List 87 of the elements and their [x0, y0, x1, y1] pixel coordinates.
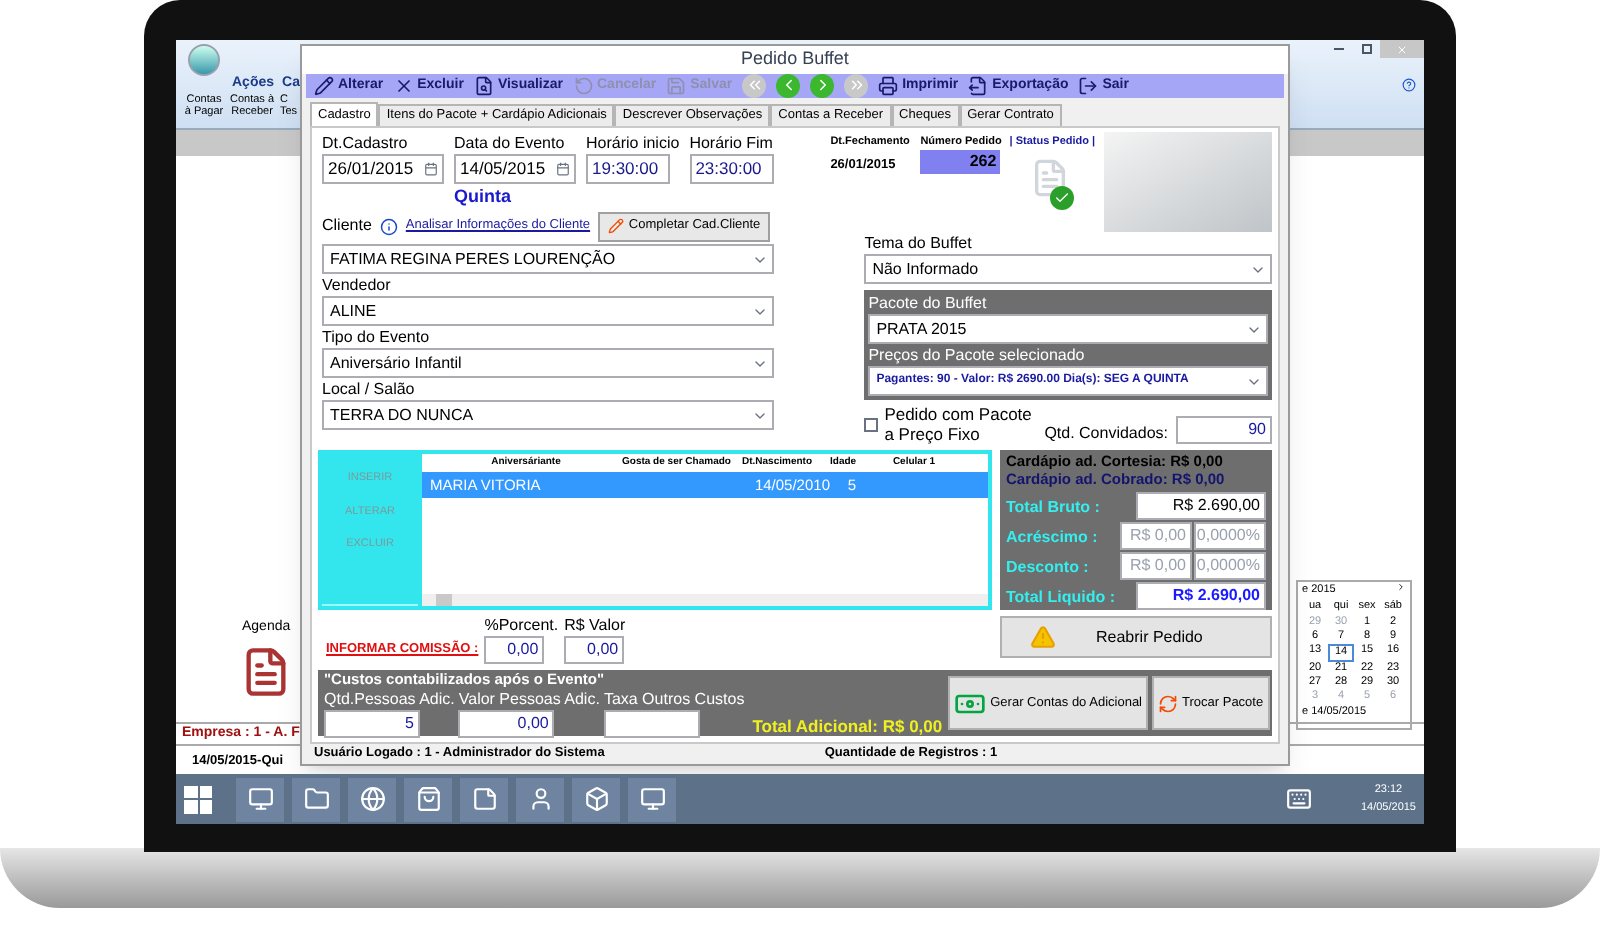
taskbar-button[interactable] — [404, 777, 452, 821]
nav-button[interactable] — [810, 73, 835, 98]
field-label: Dt.Cadastro — [322, 134, 410, 155]
window-title: Pedido Buffet — [741, 46, 849, 72]
dropdown-field[interactable]: Não Informado — [864, 254, 1272, 285]
field-label: Tipo do Evento — [322, 328, 432, 349]
field-label: Valor Pessoas Adic. — [458, 690, 600, 711]
nav-button[interactable] — [776, 73, 801, 98]
order-number-field: 262 — [920, 150, 1001, 175]
field-label: Data do Evento — [454, 134, 567, 155]
toolbar-icon — [878, 75, 899, 96]
start-icon[interactable] — [184, 785, 212, 813]
toolbar-icon — [473, 75, 494, 96]
total-label: Desconto : — [1006, 555, 1089, 578]
time-field[interactable]: 23:30:00 — [689, 154, 774, 185]
input-field[interactable]: 0,00 — [484, 636, 545, 665]
field-label: Horário inicio — [586, 134, 680, 155]
field-label: Qtd.Pessoas Adic. — [324, 690, 455, 711]
warning-icon — [1030, 624, 1056, 651]
app-orb-icon[interactable] — [188, 44, 220, 76]
field-label: Vendedor — [322, 276, 393, 297]
field-label: Preços do Pacote selecionado — [868, 346, 1087, 367]
input-field[interactable] — [603, 710, 700, 739]
calendar-icon[interactable] — [556, 162, 570, 177]
app-icon — [583, 786, 609, 812]
reopen-order-button[interactable]: Reabrir Pedido — [1000, 616, 1272, 659]
toolbar-icon — [393, 75, 414, 96]
chevron-icon — [847, 76, 866, 95]
taskbar-button[interactable] — [572, 777, 620, 821]
field-label: R$ Valor — [564, 616, 626, 637]
weekday-text: Quinta — [454, 184, 513, 209]
total-label: Total Bruto : — [1006, 495, 1100, 518]
field-label: Taxa Outros Custos — [603, 690, 745, 711]
input-field[interactable]: 0,00 — [564, 636, 625, 665]
app-icon — [359, 786, 385, 812]
app-icon — [303, 786, 329, 812]
field-label: Cliente — [322, 216, 372, 237]
taskbar-button[interactable] — [460, 777, 508, 821]
toolbar-icon — [666, 75, 687, 96]
field-label: Tema do Buffet — [864, 234, 974, 255]
app-icon — [415, 786, 441, 812]
app-icon — [247, 786, 273, 812]
app-icon — [527, 786, 553, 812]
info-icon — [379, 217, 398, 236]
check-icon — [1050, 186, 1075, 211]
dropdown-field[interactable]: ALINE — [322, 296, 774, 327]
total-label: Acréscimo : — [1006, 525, 1098, 548]
next-month-icon[interactable] — [1396, 582, 1406, 592]
input-field[interactable]: R$ 2.690,00 — [1136, 582, 1266, 611]
field-label: Horário Fim — [689, 134, 774, 155]
dropdown-field[interactable]: PRATA 2015 — [868, 314, 1268, 345]
help-icon[interactable] — [1402, 78, 1416, 92]
toolbar-icon — [968, 75, 989, 96]
taskbar-button[interactable] — [292, 777, 340, 821]
field-label: Local / Salão — [322, 380, 417, 401]
input-field[interactable]: 0,00 — [458, 710, 555, 739]
input-field[interactable]: R$ 2.690,00 — [1136, 492, 1266, 521]
app-icon — [471, 786, 497, 812]
taskbar-button[interactable] — [516, 777, 564, 821]
toolbar-icon — [314, 75, 334, 96]
toolbar-icon — [1078, 75, 1099, 96]
additional-total: Total Adicional: R$ 0,00 — [752, 713, 943, 739]
pencil-icon — [608, 218, 625, 235]
date-field[interactable]: 14/05/2015 — [454, 154, 576, 185]
taskbar-button[interactable] — [628, 777, 676, 821]
swap-icon — [1158, 693, 1179, 714]
app-icon — [639, 786, 665, 812]
keyboard-icon[interactable] — [1286, 786, 1313, 812]
close-icon — [1396, 43, 1408, 55]
date-field[interactable]: 26/01/2015 — [322, 154, 444, 185]
total-label: Total Liquido : — [1006, 585, 1116, 608]
toolbar-icon — [573, 75, 593, 96]
dropdown-field[interactable]: Aniversário Infantil — [322, 348, 774, 379]
taskbar-button[interactable] — [348, 777, 396, 821]
field-label: %Porcent. — [484, 616, 559, 637]
taskbar-button[interactable] — [236, 777, 284, 821]
chevron-icon — [745, 76, 764, 95]
dropdown-field[interactable]: FATIMA REGINA PERES LOURENÇÃO — [322, 244, 774, 275]
checkbox-label: Pedido com Pacote a Preço Fixo — [884, 404, 1034, 445]
calendar-icon[interactable] — [424, 162, 438, 177]
checkbox[interactable] — [864, 417, 879, 432]
dropdown-field[interactable]: TERRA DO NUNCA — [322, 400, 774, 431]
field-label: Pacote do Buffet — [868, 294, 989, 315]
input-field[interactable]: 5 — [324, 710, 420, 739]
field-label: Qtd. Convidados: — [1044, 424, 1168, 445]
time-field[interactable]: 19:30:00 — [586, 154, 670, 185]
input-field[interactable]: 90 — [1176, 416, 1272, 445]
